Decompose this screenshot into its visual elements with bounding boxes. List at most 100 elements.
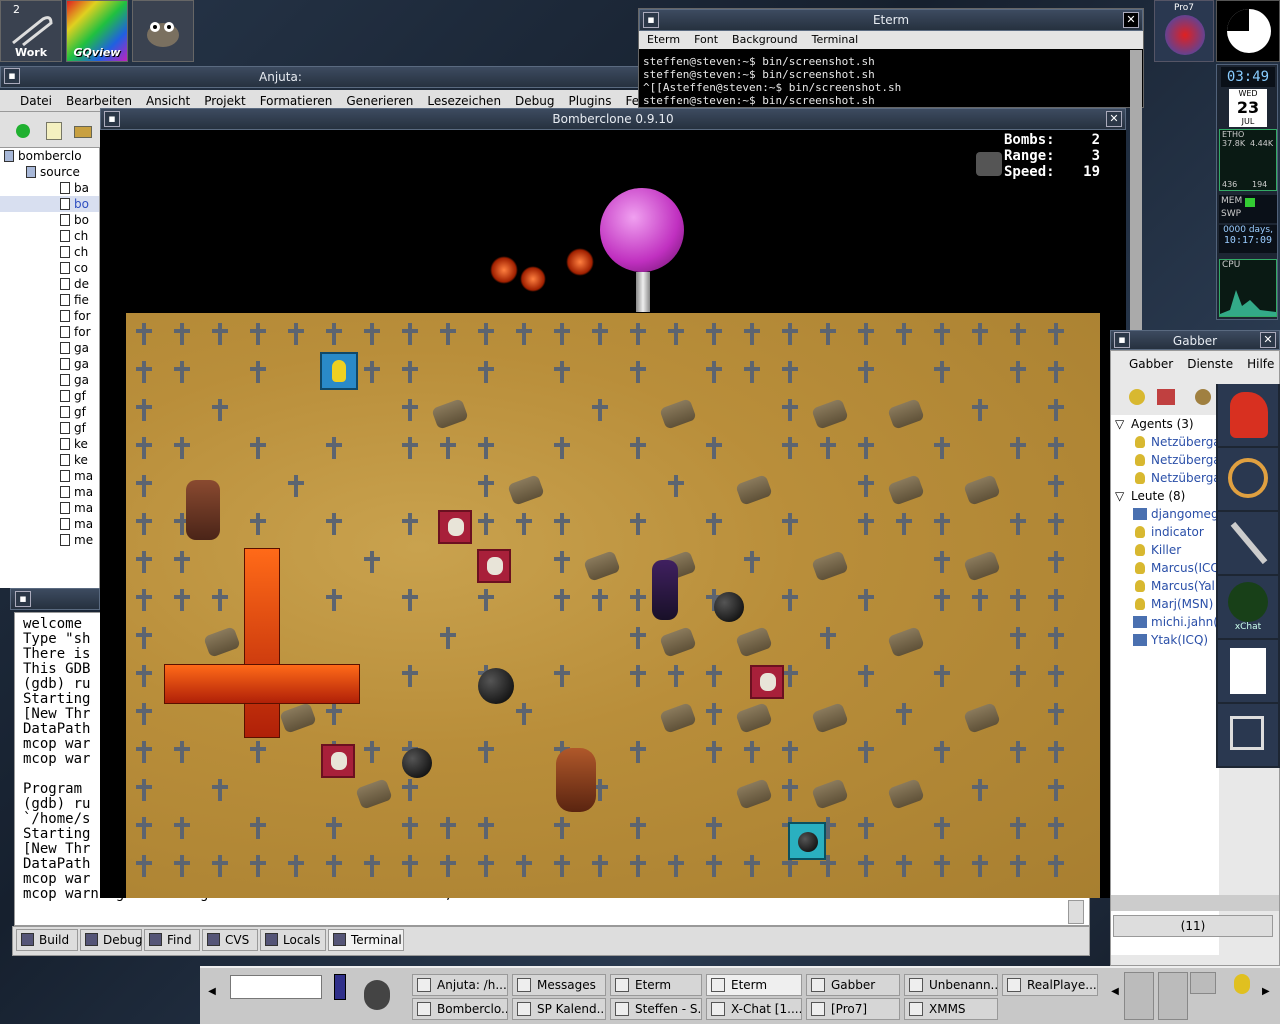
gqview-launcher[interactable]: GQview (66, 0, 128, 62)
roster-contact[interactable]: Killer (1111, 541, 1219, 559)
roster-contact[interactable]: michi.jahn(M (1111, 613, 1228, 631)
tree-item[interactable]: source (0, 164, 99, 180)
tree-item[interactable]: bo (0, 212, 99, 228)
tree-item[interactable]: ma (0, 500, 99, 516)
tree-item[interactable]: ke (0, 452, 99, 468)
messages-titlebar[interactable]: ▪ (10, 588, 100, 610)
run-icon[interactable] (16, 124, 30, 138)
tree-item[interactable]: gf (0, 420, 99, 436)
roster-contact[interactable]: Ytak(ICQ) (1111, 631, 1219, 649)
roster-contact[interactable]: Marj(MSN) (1111, 595, 1219, 613)
tree-item[interactable]: ma (0, 516, 99, 532)
tab-terminal[interactable]: Terminal (328, 929, 404, 951)
menu-debug[interactable]: Debug (515, 94, 554, 108)
taskbar-button[interactable]: Unbenann... (904, 974, 998, 996)
roster-group[interactable]: ▽ Agents (3) (1111, 415, 1219, 433)
taskbar-button[interactable]: Messages (512, 974, 606, 996)
console-scrollbar[interactable] (1068, 900, 1084, 924)
window-list-icon[interactable] (1158, 972, 1188, 1020)
gabber-titlebar[interactable]: Gabber (1110, 330, 1280, 350)
gimp-launcher[interactable] (132, 0, 194, 62)
tree-item[interactable]: ch (0, 244, 99, 260)
status-selector[interactable]: (11) (1113, 915, 1273, 937)
tree-item[interactable]: co (0, 260, 99, 276)
taskbar-button[interactable]: Gabber (806, 974, 900, 996)
cube-dock-icon[interactable] (1218, 704, 1278, 766)
tree-item[interactable]: ga (0, 356, 99, 372)
tree-item[interactable]: bo (0, 196, 99, 212)
panel-command-input[interactable] (230, 975, 322, 999)
tree-item[interactable]: for (0, 308, 99, 324)
eterm-menu-eterm[interactable]: Eterm (647, 33, 680, 46)
tab-debug[interactable]: Debug (80, 929, 142, 951)
tree-item[interactable]: for (0, 324, 99, 340)
eterm-window[interactable]: Eterm ▪ ✕ Eterm Font Background Terminal st… (638, 8, 1144, 108)
roster-group[interactable]: ▽ Leute (8) (1111, 487, 1219, 505)
new-file-icon[interactable] (46, 122, 62, 140)
add-contact-icon[interactable] (1129, 389, 1145, 405)
anjuta-titlebar[interactable]: Anjuta: /home/steffen/Daten/Programmieru… (0, 66, 640, 104)
tree-item[interactable]: me (0, 532, 99, 548)
tree-item[interactable]: gf (0, 388, 99, 404)
group-icon[interactable] (1195, 389, 1211, 405)
anjuta-menu-button[interactable]: ▪ (4, 68, 20, 84)
gabber-tray-icon[interactable] (1234, 974, 1250, 994)
dragon-dock-icon[interactable] (1218, 384, 1278, 446)
bitstream-dock-icon[interactable] (1218, 448, 1278, 510)
open-folder-icon[interactable] (74, 126, 92, 138)
eterm-menu-background[interactable]: Background (732, 33, 798, 46)
tab-locals[interactable]: Locals (260, 929, 326, 951)
taskbar-button[interactable]: SP Kalend... (512, 998, 606, 1020)
taskbar-button[interactable]: Steffen - S... (610, 998, 702, 1020)
tab-find[interactable]: Find (144, 929, 200, 951)
roster-contact[interactable]: Marcus(Yal (1111, 577, 1219, 595)
menu-datei[interactable]: Datei (20, 94, 52, 108)
tree-item[interactable]: de (0, 276, 99, 292)
eterm-menu-terminal[interactable]: Terminal (812, 33, 859, 46)
tree-item[interactable]: gf (0, 404, 99, 420)
taskbar-button[interactable]: Eterm (706, 974, 802, 996)
tree-item[interactable]: ch (0, 228, 99, 244)
tree-item[interactable]: fie (0, 292, 99, 308)
menu-formatieren[interactable]: Formatieren (260, 94, 333, 108)
binary-dock-icon[interactable] (1218, 640, 1278, 702)
bomberclone-titlebar[interactable]: Bomberclone 0.9.10 (100, 108, 1126, 130)
tree-item[interactable]: ma (0, 484, 99, 500)
roster-contact[interactable]: Netzüberga (1111, 433, 1221, 451)
gabber-menu-hilfe[interactable]: Hilfe (1247, 357, 1274, 371)
monitor-icon[interactable] (1190, 972, 1216, 994)
roster-contact[interactable]: Netzüberga (1111, 451, 1221, 469)
taskbar-button[interactable]: RealPlaye... (1002, 974, 1098, 996)
taskbar-button[interactable]: Eterm (610, 974, 702, 996)
eterm-close-button[interactable]: ✕ (1123, 12, 1139, 28)
eterm-menu-button[interactable]: ▪ (643, 12, 659, 28)
bomberclone-menu-button[interactable]: ▪ (104, 111, 120, 127)
menu-projekt[interactable]: Projekt (204, 94, 245, 108)
xchat-dock-icon[interactable]: xChat (1218, 576, 1278, 638)
tab-build[interactable]: Build (16, 929, 78, 951)
tree-item[interactable]: ga (0, 340, 99, 356)
tree-item[interactable]: ma (0, 468, 99, 484)
eterm-scrollbar[interactable] (1130, 50, 1142, 340)
gnome-foot-icon[interactable] (356, 972, 396, 1016)
tree-item[interactable]: ba (0, 180, 99, 196)
gabber-hscrollbar[interactable] (1111, 895, 1279, 911)
taskbar-button[interactable]: XMMS (904, 998, 998, 1020)
roster-contact[interactable]: djangomega (1111, 505, 1226, 523)
wrench-dock-icon[interactable] (1218, 512, 1278, 574)
menu-plugins[interactable]: Plugins (569, 94, 612, 108)
menu-generieren[interactable]: Generieren (346, 94, 413, 108)
messages-menu-button[interactable]: ▪ (15, 591, 31, 607)
taskbar-button[interactable]: Bomberclo... (412, 998, 508, 1020)
roster-contact[interactable]: Marcus(ICQ (1111, 559, 1220, 577)
gabber-menu-button[interactable]: ▪ (1114, 332, 1130, 348)
taskbar-button[interactable]: Anjuta: /h... (412, 974, 508, 996)
menu-ansicht[interactable]: Ansicht (146, 94, 190, 108)
tree-item[interactable]: ga (0, 372, 99, 388)
exchange-icon[interactable] (1157, 389, 1175, 405)
panel-left-arrow-icon[interactable]: ◀ (1108, 986, 1122, 1002)
panel-right-arrow-icon[interactable]: ▶ (1262, 986, 1276, 1002)
eterm-titlebar[interactable]: Eterm (639, 9, 1143, 31)
roster-contact[interactable]: Netzüberga (1111, 469, 1221, 487)
tree-item[interactable]: ke (0, 436, 99, 452)
